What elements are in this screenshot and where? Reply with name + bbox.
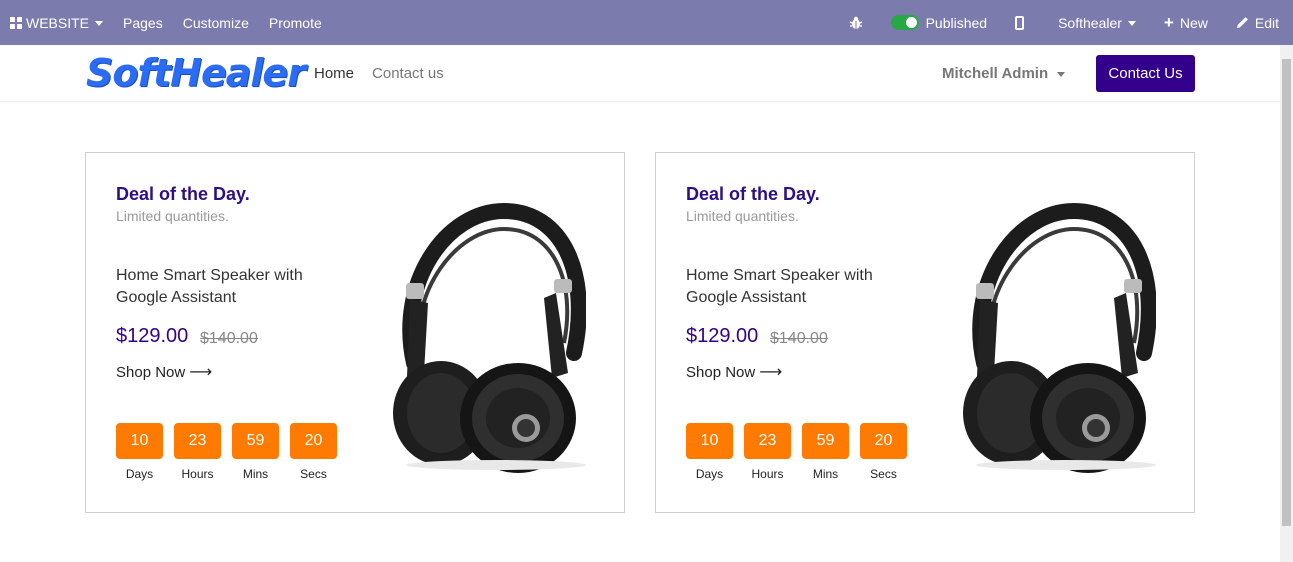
user-name: Mitchell Admin	[942, 65, 1049, 82]
deal-card: Deal of the Day. Limited quantities. Hom…	[85, 152, 625, 513]
timer-label: Days	[695, 467, 724, 481]
debug-button[interactable]	[839, 0, 881, 45]
main-nav: Home Contact us	[314, 45, 462, 102]
timer-label: Mins	[242, 467, 269, 481]
timer-days: 10 Days	[116, 423, 163, 481]
nav-contact[interactable]: Contact us	[372, 65, 444, 82]
deal-subtitle: Limited quantities.	[116, 208, 229, 224]
old-price: $140.00	[770, 330, 828, 347]
timer-mins: 59 Mins	[802, 423, 849, 481]
timer-hours: 23 Hours	[744, 423, 791, 481]
edit-label: Edit	[1254, 14, 1279, 31]
timer-value: 23	[744, 423, 791, 459]
nav-home[interactable]: Home	[314, 65, 354, 82]
timer-secs: 20 Secs	[290, 423, 337, 481]
timer-value: 10	[116, 423, 163, 459]
deal-title: Deal of the Day.	[116, 184, 250, 204]
timer-value: 59	[232, 423, 279, 459]
timer-mins: 59 Mins	[232, 423, 279, 481]
contact-us-button[interactable]: Contact Us	[1096, 55, 1195, 92]
countdown-timer: 10 Days 23 Hours 59 Mins 20 Secs	[116, 423, 348, 481]
shop-now-link[interactable]: Shop Now ⟶	[686, 362, 782, 382]
pages-menu[interactable]: Pages	[113, 0, 173, 45]
timer-value: 20	[860, 423, 907, 459]
promote-menu[interactable]: Promote	[259, 0, 332, 45]
customize-menu[interactable]: Customize	[173, 0, 259, 45]
scrollbar[interactable]	[1280, 45, 1293, 562]
new-label: New	[1179, 14, 1208, 31]
timer-hours: 23 Hours	[174, 423, 221, 481]
product-name: Home Smart Speaker with Google Assistant	[686, 267, 873, 306]
edit-button[interactable]: Edit	[1226, 0, 1293, 45]
chevron-down-icon	[1127, 20, 1136, 26]
admin-bar: WEBSITE Pages Customize Promote Publishe…	[0, 0, 1293, 45]
arrow-right-icon: ⟶	[189, 364, 213, 381]
chevron-down-icon	[1057, 71, 1066, 77]
new-button[interactable]: + New	[1154, 0, 1226, 45]
bug-icon	[849, 16, 862, 29]
company-label: Softhealer	[1058, 14, 1122, 31]
deal-title: Deal of the Day.	[686, 184, 820, 204]
timer-days: 10 Days	[686, 423, 733, 481]
shop-now-label: Shop Now	[116, 363, 186, 381]
timer-value: 10	[686, 423, 733, 459]
timer-value: 23	[174, 423, 221, 459]
mobile-preview-button[interactable]	[1001, 0, 1048, 45]
timer-value: 59	[802, 423, 849, 459]
pencil-icon	[1236, 16, 1249, 29]
scroll-thumb[interactable]	[1282, 59, 1291, 526]
product-name: Home Smart Speaker with Google Assistant	[116, 267, 303, 306]
timer-value: 20	[290, 423, 337, 459]
user-menu[interactable]: Mitchell Admin	[942, 45, 1066, 102]
arrow-right-icon: ⟶	[759, 364, 783, 381]
deal-subtitle: Limited quantities.	[686, 208, 799, 224]
timer-label: Secs	[870, 467, 897, 481]
timer-label: Mins	[812, 467, 839, 481]
published-toggle[interactable]: Published	[881, 0, 1002, 45]
countdown-timer: 10 Days 23 Hours 59 Mins 20 Secs	[686, 423, 918, 481]
site-header: SoftHealer Home Contact us Mitchell Admi…	[0, 45, 1280, 102]
chevron-down-icon	[95, 20, 104, 26]
timer-label: Hours	[181, 467, 214, 481]
timer-label: Hours	[751, 467, 784, 481]
toggle-switch	[890, 15, 919, 30]
published-label: Published	[925, 14, 988, 31]
mobile-icon	[1015, 15, 1025, 30]
site-logo[interactable]: SoftHealer	[86, 53, 306, 93]
apps-grid-icon	[10, 16, 22, 29]
website-menu[interactable]: WEBSITE	[0, 0, 113, 45]
timer-label: Days	[125, 467, 154, 481]
website-menu-label: WEBSITE	[26, 14, 90, 31]
headphones-image	[963, 203, 1156, 473]
shop-now-label: Shop Now	[686, 363, 756, 381]
headphones-image	[393, 203, 586, 473]
plus-icon: +	[1163, 13, 1174, 32]
old-price: $140.00	[200, 330, 258, 347]
company-menu[interactable]: Softhealer	[1048, 0, 1154, 45]
timer-label: Secs	[300, 467, 327, 481]
price: $129.00	[116, 325, 189, 347]
price: $129.00	[686, 325, 759, 347]
shop-now-link[interactable]: Shop Now ⟶	[116, 362, 212, 382]
deal-card: Deal of the Day. Limited quantities. Hom…	[655, 152, 1195, 513]
timer-secs: 20 Secs	[860, 423, 907, 481]
